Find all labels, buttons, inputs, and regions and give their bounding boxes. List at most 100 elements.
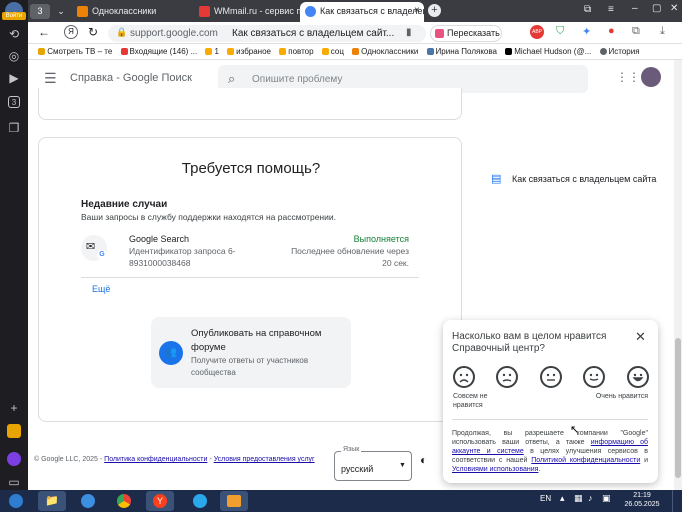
back-icon[interactable]: ←	[38, 25, 50, 39]
apps-grid-icon[interactable]: ⋮⋮	[616, 70, 640, 84]
menu-icon[interactable]: ≡	[608, 4, 614, 15]
language-select[interactable]: Язык русский ▼	[334, 446, 412, 481]
bookmark-item[interactable]: Смотреть ТВ – те	[38, 44, 112, 59]
wmmail-icon	[199, 6, 210, 17]
recent-cases-title: Недавние случаи	[81, 199, 168, 210]
survey-question: Насколько вам в целом нравится	[452, 331, 607, 342]
bookmark-item[interactable]: Michael Hudson (@...	[505, 44, 591, 59]
minimize-icon[interactable]: –	[632, 3, 638, 14]
theme-icon[interactable]: ◐	[420, 453, 427, 467]
article-icon: ▤	[491, 173, 502, 185]
mail-icon[interactable]	[7, 424, 21, 438]
collections-icon[interactable]: ❐	[6, 120, 22, 136]
forum-title-2: форуме	[191, 342, 226, 353]
media-player-icon[interactable]	[220, 491, 248, 511]
bookmark-item[interactable]: 1	[205, 44, 219, 59]
telegram-icon[interactable]	[186, 491, 214, 511]
download-icon[interactable]: ⤓	[660, 25, 665, 38]
high-label: Очень нравится	[595, 393, 648, 400]
explorer-icon[interactable]: 📁	[38, 491, 66, 511]
pin-icon[interactable]: ●	[608, 25, 615, 37]
tab-label: Одноклассники	[92, 6, 157, 16]
search-input[interactable]: Опишите проблему	[252, 74, 342, 85]
case-product: Google Search	[129, 234, 190, 244]
tray-app-icon[interactable]: ▣	[602, 493, 611, 504]
tab-group-counter[interactable]: 3	[30, 4, 50, 19]
yandex-browser-icon[interactable]: Y	[146, 491, 174, 511]
survey-popup: Насколько вам в целом нравится Справочны…	[443, 320, 658, 483]
footer: © Google LLC, 2025 - Политика конфиденци…	[34, 456, 315, 463]
language-indicator[interactable]: EN	[540, 494, 551, 503]
address-bar[interactable]: 🔒 support.google.com Как связаться с вла…	[108, 25, 426, 42]
chrome-icon[interactable]	[110, 491, 138, 511]
bookmark-item[interactable]: Одноклассники	[352, 44, 418, 59]
google-g-icon: G	[97, 250, 107, 260]
footer-separator: -	[209, 456, 212, 463]
terms-of-use-link[interactable]: Условиями использования	[452, 466, 538, 473]
adblock-icon[interactable]: ABP	[530, 25, 544, 39]
browser-side-panel: Войти ⟲ ◎ ▶ 3 ❐ + ▭	[0, 0, 28, 490]
show-desktop-button[interactable]	[672, 490, 682, 512]
yandex-icon[interactable]: Я	[64, 25, 78, 39]
puzzle-icon[interactable]: ⧉	[632, 25, 640, 38]
clock-time[interactable]: 21:19	[620, 492, 664, 499]
bookmark-item[interactable]: соц	[321, 44, 344, 59]
tab-count-icon[interactable]: 3	[8, 96, 20, 108]
close-window-icon[interactable]: ✕	[670, 3, 678, 14]
privacy-policy-link[interactable]: Политикой конфиденциальности	[531, 457, 640, 464]
rating-very-satisfied-icon[interactable]	[627, 366, 649, 388]
hamburger-menu-icon[interactable]: ☰	[44, 70, 57, 87]
history-icon[interactable]: ⟲	[6, 26, 22, 42]
previous-card	[38, 88, 462, 120]
bookmark-item[interactable]: История	[599, 44, 640, 59]
privacy-link[interactable]: Политика конфиденциальности	[104, 456, 207, 463]
help-card: Требуется помощь? Недавние случаи Ваши з…	[38, 137, 462, 422]
related-article-link[interactable]: Как связаться с владельцем сайта	[512, 174, 656, 184]
target-icon[interactable]: ◎	[6, 48, 22, 64]
account-avatar[interactable]	[641, 67, 661, 87]
network-icon[interactable]: ▦	[574, 493, 583, 504]
copyright: © Google LLC, 2025 -	[34, 456, 103, 463]
tray-arrow-icon[interactable]: ▴	[560, 493, 565, 504]
rating-satisfied-icon[interactable]	[583, 366, 605, 388]
bookmark-manager-icon[interactable]: ⧉	[584, 4, 591, 15]
shield-icon[interactable]: ⛉	[556, 25, 564, 38]
login-button[interactable]: Войти	[2, 12, 26, 20]
add-icon[interactable]: +	[6, 400, 22, 416]
bookmark-item[interactable]: повтор	[279, 44, 314, 59]
volume-icon[interactable]: ♪	[588, 493, 593, 503]
rating-very-dissatisfied-icon[interactable]	[453, 366, 475, 388]
maximize-icon[interactable]: ▢	[652, 3, 661, 14]
close-icon[interactable]: ✕	[635, 329, 646, 345]
bookmark-item[interactable]: Входящие (146) ...	[120, 44, 197, 59]
tab-odnoklassniki[interactable]: Одноклассники	[72, 2, 192, 22]
community-icon: 👥	[159, 341, 183, 365]
forum-title: Опубликовать на справочном	[191, 328, 322, 339]
tab-active-support[interactable]: Как связаться с владелец	[300, 2, 424, 22]
video-icon[interactable]: ▶	[6, 70, 22, 86]
start-button-icon[interactable]	[4, 491, 28, 511]
close-tab-icon[interactable]: ×	[414, 5, 420, 16]
retell-button[interactable]: Пересказать	[430, 25, 502, 42]
windows-taskbar: 📁 Y EN ▴ ▦ ♪ ▣ 21:19 26.05.2025	[0, 490, 682, 512]
bookmark-item[interactable]: Ирина Полякова	[426, 44, 497, 59]
more-link[interactable]: Ещё	[92, 284, 110, 294]
extension-icon[interactable]: ✦	[582, 25, 591, 38]
clock-date[interactable]: 26.05.2025	[620, 501, 664, 508]
rating-dissatisfied-icon[interactable]	[496, 366, 518, 388]
scrollbar-thumb[interactable]	[675, 338, 681, 478]
consent-part: и	[644, 457, 648, 464]
forum-card[interactable]: 👥 Опубликовать на справочном форуме Полу…	[151, 317, 351, 388]
case-status: Выполняется	[353, 234, 409, 244]
dropdown-arrow-icon: ▼	[399, 462, 406, 469]
ie-icon[interactable]	[74, 491, 102, 511]
new-tab-icon[interactable]: +	[428, 4, 441, 17]
alice-icon[interactable]	[7, 452, 21, 466]
panel-toggle-icon[interactable]: ▭	[6, 474, 22, 490]
reload-icon[interactable]: ↻	[88, 25, 98, 39]
bookmark-item[interactable]: избраное	[227, 44, 271, 59]
chevron-down-icon[interactable]: ⌄	[54, 2, 68, 22]
bookmark-icon[interactable]: ▮	[406, 27, 412, 38]
rating-neutral-icon[interactable]	[540, 366, 562, 388]
terms-link[interactable]: Условия предоставления услуг	[214, 456, 315, 463]
